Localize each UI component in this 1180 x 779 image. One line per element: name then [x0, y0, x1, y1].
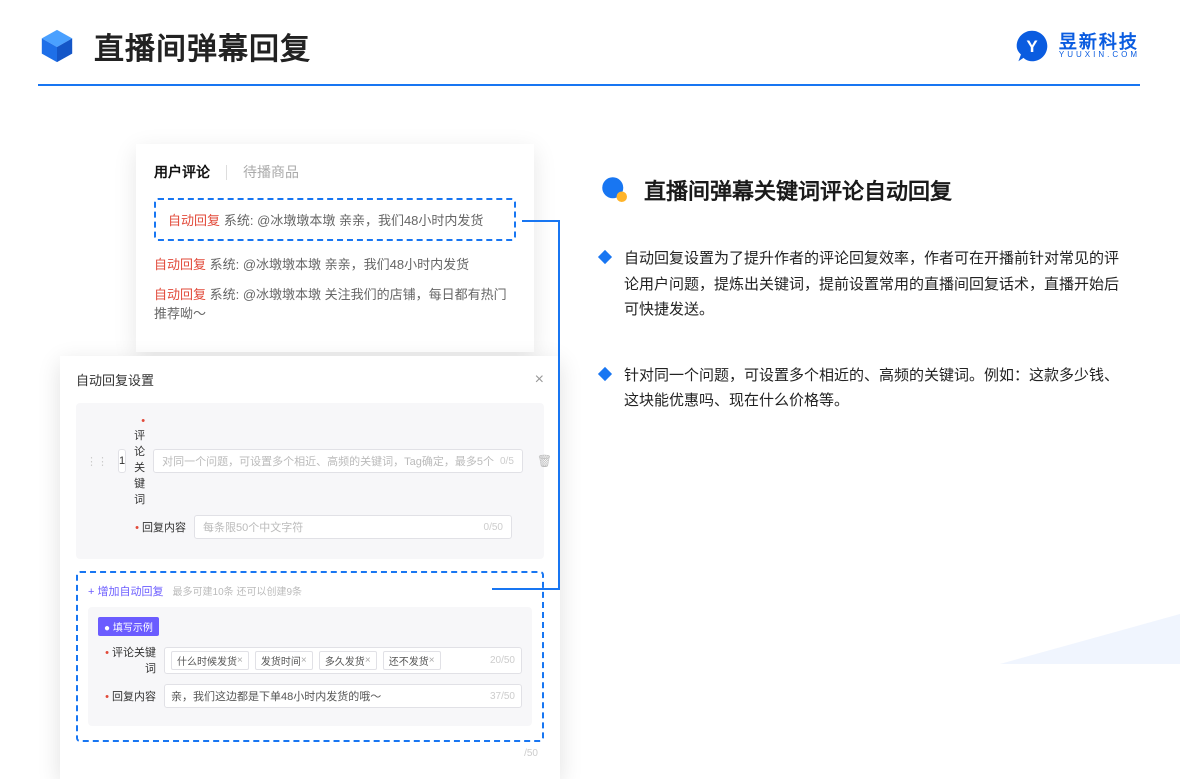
trash-icon[interactable]: 🗑 [537, 454, 552, 468]
example-inner: ● 填写示例 评论关键词 什么时候发货 发货时间 多久发货 还不发货 20/50 [88, 607, 532, 726]
drag-handle-icon[interactable]: ⋮⋮ [86, 455, 108, 468]
add-hint: 最多可建10条 还可以创建9条 [173, 587, 302, 598]
explanation-section: 直播间弹幕关键词评论自动回复 自动回复设置为了提升作者的评论回复效率，作者可在开… [600, 174, 1130, 454]
dialog-header: 自动回复设置 × [76, 370, 544, 399]
index-number: 1 [118, 449, 126, 473]
bullet-item: 自动回复设置为了提升作者的评论回复效率，作者可在开播前针对常见的评论用户问题，提… [600, 246, 1130, 323]
keyword-label: 评论关键词 [134, 415, 145, 507]
connector-line [492, 588, 558, 590]
example-content-label: 回复内容 [98, 688, 156, 704]
close-icon[interactable]: × [535, 371, 544, 389]
decorative-corner [1000, 614, 1180, 664]
comment-text: 系统: @冰墩墩本墩 亲亲，我们48小时内发货 [224, 213, 484, 228]
keyword-tag[interactable]: 发货时间 [255, 651, 313, 670]
keyword-placeholder: 对同一个问题，可设置多个相近、高频的关键词，Tag确定，最多5个 [162, 453, 494, 469]
example-box: + 增加自动回复 最多可建10条 还可以创建9条 ● 填写示例 评论关键词 什么… [76, 571, 544, 742]
content-input[interactable]: 每条限50个中文字符 0/50 [194, 515, 512, 539]
header-divider [38, 84, 1140, 86]
bullet-item: 针对同一个问题，可设置多个相近的、高频的关键词。例如：这款多少钱、这块能优惠吗、… [600, 363, 1130, 414]
auto-reply-tag: 自动回复 [154, 257, 206, 272]
brand-icon: Y [1015, 29, 1049, 63]
example-keyword-label: 评论关键词 [98, 644, 156, 676]
keyword-counter: 0/5 [500, 456, 514, 467]
auto-reply-settings-panel: 自动回复设置 × ⋮⋮ 1 评论关键词 对同一个问题，可设置多个相近、高频的关键… [60, 356, 560, 779]
keyword-tag[interactable]: 多久发货 [319, 651, 377, 670]
brand-name-en: YUUXIN.COM [1059, 51, 1140, 59]
outside-counter-row: /50 [76, 748, 544, 759]
comments-panel: 用户评论 待播商品 自动回复 系统: @冰墩墩本墩 亲亲，我们48小时内发货 自… [136, 144, 534, 352]
keyword-input[interactable]: 对同一个问题，可设置多个相近、高频的关键词，Tag确定，最多5个 0/5 [153, 449, 523, 473]
section-title-row: 直播间弹幕关键词评论自动回复 [600, 174, 1130, 206]
example-content-value: 亲，我们这边都是下单48小时内发货的哦～ [171, 688, 381, 704]
diamond-bullet-icon [598, 366, 612, 380]
example-content-row: 回复内容 亲，我们这边都是下单48小时内发货的哦～ 37/50 [98, 684, 522, 708]
example-content-counter: 37/50 [490, 691, 515, 702]
brand-name-cn: 昱新科技 [1059, 33, 1140, 51]
content-row: 回复内容 每条限50个中文字符 0/50 [86, 515, 534, 539]
tab-divider [226, 165, 227, 180]
comment-text: 系统: @冰墩墩本墩 亲亲，我们48小时内发货 [210, 257, 470, 272]
keyword-tag[interactable]: 什么时候发货 [171, 651, 249, 670]
connector-line [522, 220, 558, 222]
page-title: 直播间弹幕回复 [94, 24, 311, 68]
dialog-title: 自动回复设置 [76, 370, 154, 389]
auto-reply-tag: 自动回复 [168, 213, 220, 228]
tab-comments[interactable]: 用户评论 [154, 162, 210, 182]
keyword-row: ⋮⋮ 1 评论关键词 对同一个问题，可设置多个相近、高频的关键词，Tag确定，最… [86, 415, 534, 507]
comment-line: 自动回复 系统: @冰墩墩本墩 亲亲，我们48小时内发货 [154, 255, 516, 275]
title-group: 直播间弹幕回复 [38, 24, 311, 68]
brand-logo: Y 昱新科技 YUUXIN.COM [1015, 29, 1140, 63]
bullet-text: 针对同一个问题，可设置多个相近的、高频的关键词。例如：这款多少钱、这块能优惠吗、… [624, 363, 1130, 414]
auto-reply-tag: 自动回复 [154, 287, 206, 302]
outside-counter: /50 [524, 748, 538, 759]
tabs-row: 用户评论 待播商品 [154, 162, 516, 182]
tab-products[interactable]: 待播商品 [243, 162, 299, 182]
svg-text:Y: Y [1026, 37, 1038, 56]
content-counter: 0/50 [484, 522, 503, 533]
diamond-bullet-icon [598, 250, 612, 264]
bullet-text: 自动回复设置为了提升作者的评论回复效率，作者可在开播前针对常见的评论用户问题，提… [624, 246, 1130, 323]
section-heading: 直播间弹幕关键词评论自动回复 [644, 174, 952, 206]
content-placeholder: 每条限50个中文字符 [203, 519, 478, 535]
example-content-input[interactable]: 亲，我们这边都是下单48小时内发货的哦～ 37/50 [164, 684, 522, 708]
connector-line [558, 220, 560, 590]
settings-body: ⋮⋮ 1 评论关键词 对同一个问题，可设置多个相近、高频的关键词，Tag确定，最… [76, 403, 544, 559]
keyword-tag[interactable]: 还不发货 [383, 651, 441, 670]
comment-line: 自动回复 系统: @冰墩墩本墩 关注我们的店铺，每日都有热门推荐呦～ [154, 285, 516, 324]
chat-icon [600, 175, 630, 205]
comment-text: 系统: @冰墩墩本墩 关注我们的店铺，每日都有热门推荐呦～ [154, 287, 507, 322]
brand-text: 昱新科技 YUUXIN.COM [1059, 33, 1140, 59]
content-label: 回复内容 [128, 519, 186, 535]
page-header: 直播间弹幕回复 Y 昱新科技 YUUXIN.COM [38, 24, 1140, 68]
add-auto-reply-link[interactable]: + 增加自动回复 [88, 583, 163, 599]
cube-icon [38, 27, 76, 65]
highlighted-comment: 自动回复 系统: @冰墩墩本墩 亲亲，我们48小时内发货 [154, 198, 516, 241]
example-badge: ● 填写示例 [98, 617, 159, 636]
example-keyword-tags[interactable]: 什么时候发货 发货时间 多久发货 还不发货 20/50 [164, 647, 522, 674]
example-keyword-row: 评论关键词 什么时候发货 发货时间 多久发货 还不发货 20/50 [98, 644, 522, 676]
